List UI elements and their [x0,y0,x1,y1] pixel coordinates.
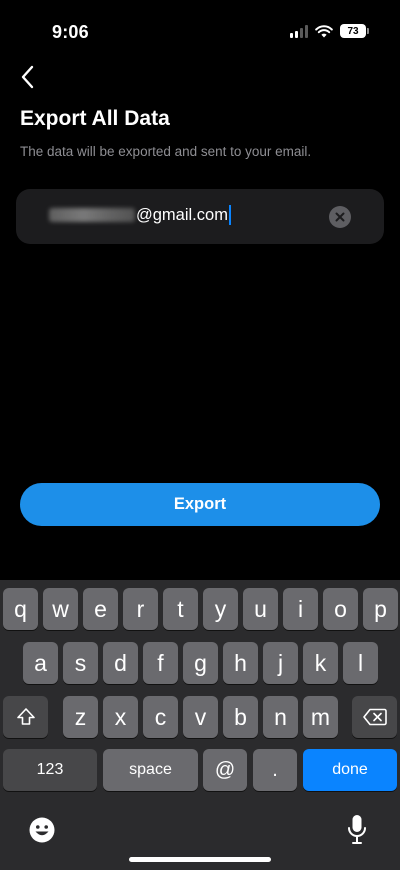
page-subtitle: The data will be exported and sent to yo… [20,144,312,159]
keyboard: q w e r t y u i o p a s d f g h j k l z … [0,580,400,870]
at-key[interactable]: @ [203,749,247,791]
back-chevron-icon [21,65,34,89]
key-m[interactable]: m [303,696,338,738]
numbers-key[interactable]: 123 [3,749,97,791]
key-q[interactable]: q [3,588,38,630]
signal-icon [290,24,308,38]
key-w[interactable]: w [43,588,78,630]
email-value: @gmail.com [49,205,231,225]
key-z[interactable]: z [63,696,98,738]
key-h[interactable]: h [223,642,258,684]
email-domain-text: @gmail.com [136,205,228,224]
key-u[interactable]: u [243,588,278,630]
emoji-button[interactable] [28,816,56,844]
shift-key[interactable] [3,696,48,738]
key-d[interactable]: d [103,642,138,684]
backspace-key[interactable] [352,696,397,738]
status-icons: 73 [290,24,369,38]
emoji-icon [29,817,55,843]
export-data-screen: 9:06 73 Export All Data The data will be… [0,0,400,870]
key-p[interactable]: p [363,588,398,630]
wifi-icon [315,24,333,37]
text-caret [228,205,231,225]
key-j[interactable]: j [263,642,298,684]
key-a[interactable]: a [23,642,58,684]
key-b[interactable]: b [223,696,258,738]
key-y[interactable]: y [203,588,238,630]
backspace-icon [362,708,387,726]
status-time: 9:06 [52,22,89,42]
key-k[interactable]: k [303,642,338,684]
key-c[interactable]: c [143,696,178,738]
key-e[interactable]: e [83,588,118,630]
key-s[interactable]: s [63,642,98,684]
page-title: Export All Data [20,107,170,130]
dot-key[interactable]: . [253,749,297,791]
microphone-icon [348,815,366,844]
key-f[interactable]: f [143,642,178,684]
key-n[interactable]: n [263,696,298,738]
key-l[interactable]: l [343,642,378,684]
key-o[interactable]: o [323,588,358,630]
shift-icon [16,708,35,725]
clear-input-button[interactable] [329,206,351,228]
key-v[interactable]: v [183,696,218,738]
space-key[interactable]: space [103,749,198,791]
battery-icon: 73 [340,24,369,38]
key-t[interactable]: t [163,588,198,630]
dictation-button[interactable] [346,814,368,846]
key-r[interactable]: r [123,588,158,630]
export-button[interactable]: Export [20,483,380,526]
redacted-email-username [49,208,135,222]
back-button[interactable] [14,62,42,92]
key-x[interactable]: x [103,696,138,738]
clear-icon [335,212,345,222]
status-bar: 9:06 73 [0,0,400,60]
done-key[interactable]: done [303,749,397,791]
key-i[interactable]: i [283,588,318,630]
key-g[interactable]: g [183,642,218,684]
home-indicator[interactable] [129,857,271,862]
